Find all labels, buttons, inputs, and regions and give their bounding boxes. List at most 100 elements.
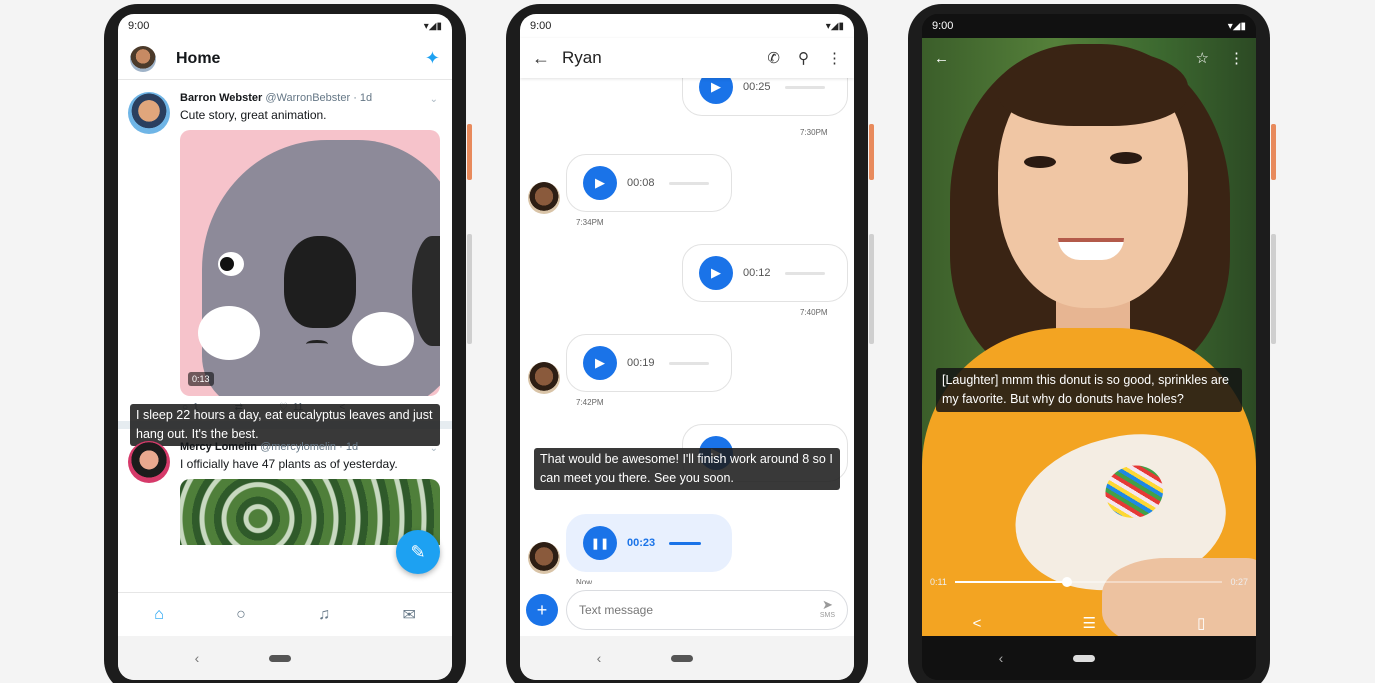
tweet-text: I officially have 47 plants as of yester…	[180, 457, 398, 471]
face-eye	[1110, 152, 1142, 164]
chevron-down-icon[interactable]: ⌄	[430, 443, 438, 454]
mail-icon[interactable]: ✉	[402, 605, 415, 625]
power-button	[1271, 124, 1276, 180]
video-frame[interactable]	[922, 38, 1256, 644]
power-button	[467, 124, 472, 180]
back-nav-icon[interactable]: ‹	[597, 650, 602, 666]
send-button[interactable]: ➤ SMS	[820, 597, 835, 621]
tweet-author[interactable]: Barron Webster	[180, 92, 262, 104]
message-time: 7:40PM	[800, 308, 828, 317]
seek-progress	[954, 581, 1068, 583]
page-title: Home	[176, 49, 221, 67]
home-icon[interactable]: ⌂	[154, 606, 164, 624]
adjust-icon[interactable]: ☰	[1083, 614, 1096, 632]
sprinkles-shape	[1099, 459, 1169, 524]
system-nav-bar: ‹	[922, 636, 1256, 680]
audio-track[interactable]	[784, 271, 825, 275]
back-arrow-icon[interactable]: ←	[934, 50, 949, 67]
conversation-header: ← Ryan ✆ ⚲ ⋮	[520, 38, 854, 78]
message-input[interactable]: Text message ➤ SMS	[566, 590, 848, 630]
play-icon[interactable]: ▶	[699, 256, 733, 290]
showcase-stage: 9:00 ▾◢▮ Home ✦ Barron Webster @WarronBe…	[0, 0, 1375, 683]
chevron-down-icon[interactable]: ⌄	[430, 94, 438, 105]
contact-avatar[interactable]	[528, 362, 560, 394]
status-icons: ▾◢▮	[423, 20, 442, 32]
play-icon[interactable]: ▶	[583, 166, 617, 200]
video-screen: 9:00 ▾◢▮ ← ☆ ⋮ [Laughter] mmm this donut…	[922, 14, 1256, 680]
message-time: 7:42PM	[576, 398, 604, 407]
sparkle-icon[interactable]: ✦	[425, 48, 440, 69]
tweet-avatar[interactable]	[128, 92, 170, 134]
bell-icon[interactable]: ♫	[318, 606, 330, 624]
back-nav-icon[interactable]: ‹	[999, 650, 1004, 666]
more-icon[interactable]: ⋮	[1229, 49, 1244, 67]
delete-icon[interactable]: ▯	[1197, 614, 1205, 632]
contact-name: Ryan	[562, 48, 602, 67]
header-tools: ✆ ⚲ ⋮	[767, 49, 842, 67]
seek-track[interactable]	[954, 577, 1223, 587]
audio-track[interactable]	[669, 541, 702, 545]
video-top-bar: ← ☆ ⋮	[922, 38, 1256, 78]
back-nav-icon[interactable]: ‹	[195, 650, 200, 666]
compose-button[interactable]: ✎	[396, 530, 440, 574]
tweet[interactable]: Mercy Lomelin @mercylomelin · 1d I offic…	[118, 429, 452, 553]
back-arrow-icon[interactable]: ←	[532, 48, 550, 69]
more-icon[interactable]: ⋮	[827, 49, 842, 67]
home-pill-icon[interactable]	[269, 654, 292, 662]
voice-message[interactable]: ▶ 00:12	[682, 244, 848, 302]
send-icon: ➤	[821, 597, 833, 612]
message-placeholder: Text message	[579, 603, 654, 617]
tweet-video[interactable]: 0:13	[180, 130, 440, 396]
search-icon[interactable]: ○	[236, 606, 246, 624]
home-pill-icon[interactable]	[1073, 654, 1096, 662]
system-nav-bar: ‹	[520, 636, 854, 680]
video-timer: 0:13	[188, 372, 214, 386]
share-icon[interactable]: <	[973, 615, 982, 632]
tweet-meta: Barron Webster @WarronBebster · 1d	[180, 92, 442, 104]
message-duration: 00:12	[743, 267, 771, 279]
audio-track[interactable]	[668, 361, 709, 365]
add-attachment-button[interactable]: +	[526, 594, 558, 626]
message-duration: 00:19	[627, 357, 655, 369]
compose-icon: ✎	[410, 541, 426, 562]
koala-eye	[218, 252, 244, 276]
koala-mouth	[306, 340, 328, 348]
phone-video: 9:00 ▾◢▮ ← ☆ ⋮ [Laughter] mmm this donut…	[908, 4, 1276, 683]
star-icon[interactable]: ☆	[1196, 49, 1209, 67]
bottom-tab-bar: ⌂ ○ ♫ ✉	[118, 592, 452, 636]
contact-avatar[interactable]	[528, 542, 560, 574]
koala-illustration	[198, 140, 440, 396]
phone-icon[interactable]: ✆	[767, 49, 780, 67]
video-top-tools: ☆ ⋮	[1196, 49, 1244, 67]
koala-cheek	[198, 306, 260, 360]
voice-message[interactable]: ▶ 00:08	[566, 154, 732, 212]
tweet-author[interactable]: Mercy Lomelin	[180, 441, 257, 453]
tweet-age: · 1d	[353, 92, 373, 104]
seek-handle[interactable]	[1062, 577, 1073, 587]
play-icon[interactable]: ▶	[583, 346, 617, 380]
seek-bar: 0:11 0:27	[930, 574, 1248, 590]
volume-button	[869, 234, 874, 344]
home-pill-icon[interactable]	[671, 654, 694, 662]
audio-track[interactable]	[784, 85, 825, 89]
tweet-handle: @WarronBebster	[265, 92, 351, 104]
tweet[interactable]: Barron Webster @WarronBebster · 1d Cute …	[118, 80, 452, 421]
message-duration: 00:08	[627, 177, 655, 189]
tweet-avatar[interactable]	[128, 441, 170, 483]
power-button	[869, 124, 874, 180]
system-nav-bar: ‹	[118, 636, 452, 680]
status-icons: ▾◢▮	[1227, 20, 1246, 32]
pause-icon[interactable]: ❚❚	[583, 526, 617, 560]
tweet-photo[interactable]	[180, 479, 440, 545]
voice-message-playing[interactable]: ❚❚ 00:23	[566, 514, 732, 572]
tweet-meta: Mercy Lomelin @mercylomelin · 1d	[180, 441, 442, 453]
current-time: 0:11	[930, 577, 947, 587]
total-time: 0:27	[1230, 577, 1248, 587]
audio-track[interactable]	[668, 181, 709, 185]
contact-avatar[interactable]	[528, 182, 560, 214]
profile-avatar[interactable]	[130, 45, 156, 72]
status-time: 9:00	[932, 20, 954, 32]
search-icon[interactable]: ⚲	[798, 49, 809, 67]
tweet-age: · 1d	[339, 441, 359, 453]
voice-message[interactable]: ▶ 00:19	[566, 334, 732, 392]
